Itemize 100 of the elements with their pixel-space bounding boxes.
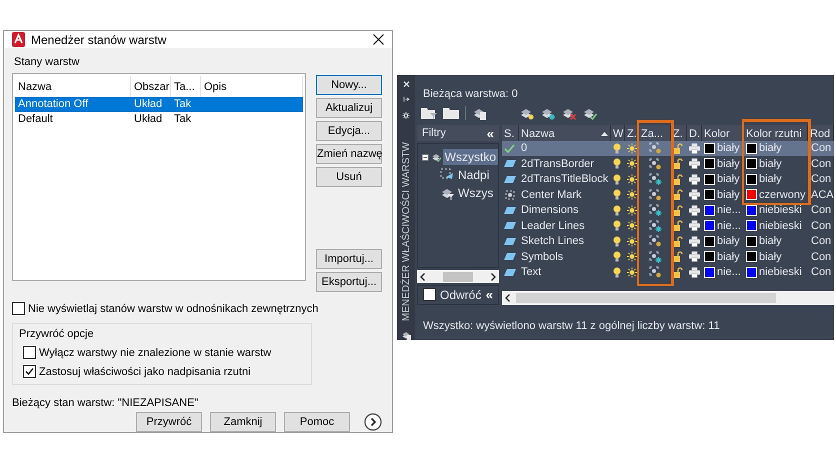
printer-icon[interactable]	[689, 189, 700, 200]
collapse-button[interactable]: «	[486, 287, 493, 302]
list-cell[interactable]: Default	[15, 112, 131, 127]
list-cell[interactable]: Układ	[131, 97, 171, 112]
color-swatch[interactable]	[704, 189, 715, 200]
tree-item[interactable]: Wszystko	[442, 149, 498, 166]
checkbox[interactable]	[423, 288, 436, 302]
viewport-sun-icon[interactable]	[648, 188, 662, 201]
horizontal-scrollbar[interactable]	[417, 270, 499, 283]
list-cell[interactable]: Tak	[171, 97, 201, 112]
list-cell[interactable]: Układ	[131, 112, 171, 127]
dialog-button[interactable]: Nowy...	[316, 75, 382, 95]
bulb-icon[interactable]	[613, 204, 621, 216]
dialog-button[interactable]: Przywróć	[136, 412, 202, 432]
layer-name[interactable]: Dimensions	[519, 202, 611, 218]
bulb-icon[interactable]	[613, 220, 621, 232]
printer-icon[interactable]	[689, 251, 700, 262]
layer-name[interactable]: 0	[519, 140, 611, 156]
layer-states-list[interactable]: Nazwa Obszar Ta... Opis Annotation Off Układ Tak Default Układ Tak	[12, 73, 306, 281]
color-swatch[interactable]	[746, 142, 757, 154]
sun-icon[interactable]	[627, 204, 637, 216]
color-swatch[interactable]	[704, 174, 715, 185]
settings-icon[interactable]	[401, 112, 411, 119]
dialog-button[interactable]: Aktualizuj	[316, 98, 382, 118]
dialog-button[interactable]: Usuń	[316, 167, 382, 187]
layer-name[interactable]: Symbols	[519, 249, 611, 264]
viewport-snowflake-icon[interactable]	[648, 250, 662, 263]
color-swatch[interactable]	[704, 236, 715, 247]
color-swatch[interactable]	[704, 142, 715, 154]
new-frozen-layer-icon[interactable]	[540, 106, 555, 120]
bulb-icon[interactable]	[613, 266, 621, 278]
color-swatch[interactable]	[746, 266, 757, 278]
color-swatch[interactable]	[704, 220, 715, 232]
sun-icon[interactable]	[627, 189, 637, 200]
printer-icon[interactable]	[689, 174, 700, 185]
scroll-left-icon[interactable]	[420, 272, 425, 281]
color-swatch[interactable]	[746, 236, 757, 247]
horizontal-scrollbar[interactable]	[502, 291, 834, 305]
collapse-button[interactable]: «	[486, 126, 494, 141]
color-swatch[interactable]	[704, 158, 715, 170]
dialog-button[interactable]: Zamknij	[210, 412, 276, 432]
scroll-left-icon[interactable]	[505, 294, 510, 302]
checkbox[interactable]	[12, 302, 25, 315]
color-swatch[interactable]	[746, 158, 757, 170]
checkbox[interactable]	[23, 365, 36, 378]
layer-name[interactable]: Sketch Lines	[519, 234, 611, 249]
bulb-icon[interactable]	[613, 158, 621, 170]
printer-icon[interactable]	[689, 142, 700, 154]
expand-icon[interactable]	[364, 413, 382, 431]
tree-item[interactable]: Nadpi	[456, 167, 492, 184]
printer-icon[interactable]	[689, 266, 700, 278]
dialog-button[interactable]: Zmień nazwę	[316, 144, 382, 164]
sun-icon[interactable]	[627, 142, 637, 154]
close-icon[interactable]	[373, 34, 384, 45]
viewport-sun-icon[interactable]	[648, 158, 662, 170]
color-swatch[interactable]	[746, 251, 757, 262]
checkbox[interactable]	[23, 346, 36, 359]
list-cell[interactable]: Tak	[171, 112, 201, 127]
filter-icon[interactable]	[440, 186, 454, 200]
dialog-button[interactable]: Eksportuj...	[316, 272, 382, 292]
collapse-icon[interactable]	[422, 152, 429, 162]
printer-icon[interactable]	[689, 236, 700, 247]
scroll-right-icon[interactable]	[491, 272, 496, 281]
layer-name[interactable]: 2dTransBorder	[519, 156, 611, 172]
new-filter-icon[interactable]	[421, 106, 437, 120]
bulb-icon[interactable]	[613, 236, 621, 247]
color-swatch[interactable]	[704, 266, 715, 278]
viewport-sun-icon[interactable]	[648, 235, 662, 248]
pin-icon[interactable]	[402, 96, 410, 103]
sun-icon[interactable]	[627, 158, 637, 170]
color-swatch[interactable]	[746, 204, 757, 216]
dialog-button[interactable]: Importuj...	[316, 249, 382, 269]
layer-name[interactable]: Leader Lines	[519, 218, 611, 234]
sun-icon[interactable]	[627, 266, 637, 278]
bulb-icon[interactable]	[613, 189, 621, 200]
sun-icon[interactable]	[627, 174, 637, 185]
printer-icon[interactable]	[689, 204, 700, 216]
viewport-sun-icon[interactable]	[648, 266, 662, 278]
dialog-button[interactable]: Pomoc	[284, 412, 350, 432]
color-swatch[interactable]	[746, 174, 757, 185]
viewport-sun-icon[interactable]	[648, 142, 662, 154]
folder-icon[interactable]	[443, 106, 459, 120]
sun-icon[interactable]	[627, 251, 637, 262]
color-swatch[interactable]	[746, 189, 757, 200]
new-layer-icon[interactable]	[519, 106, 534, 120]
viewport-snowflake-icon[interactable]	[648, 173, 662, 186]
layer-name[interactable]: Center Mark	[519, 187, 611, 202]
viewport-snowflake-icon[interactable]	[648, 204, 662, 216]
layer-states-icon[interactable]	[472, 106, 487, 120]
viewport-snowflake-icon[interactable]	[648, 220, 662, 232]
sun-icon[interactable]	[627, 236, 637, 247]
layer-name[interactable]: 2dTransTitleBlock	[519, 172, 611, 187]
bulb-icon[interactable]	[613, 251, 621, 262]
tree-item[interactable]: Wszys	[456, 185, 496, 202]
color-swatch[interactable]	[704, 251, 715, 262]
bulb-icon[interactable]	[613, 142, 621, 154]
dialog-button[interactable]: Edycja...	[316, 121, 382, 141]
delete-layer-icon[interactable]	[561, 106, 576, 120]
bulb-icon[interactable]	[613, 174, 621, 185]
color-swatch[interactable]	[704, 204, 715, 216]
